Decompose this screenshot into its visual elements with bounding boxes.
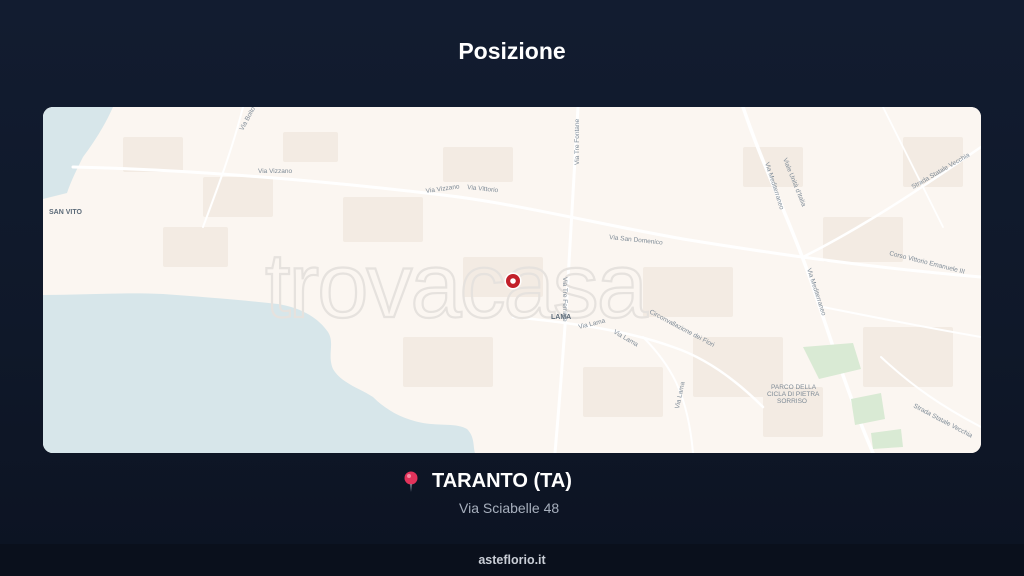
location-city: TARANTO (TA) [432,470,572,492]
round-pushpin-icon [404,471,418,492]
map-canvas[interactable]: trovacasa SAN VITO LAMA PARCO DELLA CICL… [43,107,981,453]
map-label-san-vito: SAN VITO [49,209,82,216]
map-label-parco-2: CICLA DI PIETRA [767,391,820,398]
page-title: Posizione [458,38,566,64]
map-panel[interactable]: trovacasa SAN VITO LAMA PARCO DELLA CICL… [43,107,981,453]
map-street-via-vizzano: Via Vizzano [258,168,292,175]
map-label-parco-3: SORRISO [777,398,807,405]
marker-center [510,278,516,284]
location-row: TARANTO (TA) [0,470,1024,493]
map-location-marker[interactable] [504,272,522,290]
location-address: Via Sciabelle 48 [459,500,560,516]
footer: asteflorio.it [0,544,1024,576]
footer-site-link[interactable]: asteflorio.it [478,553,545,567]
map-street-via-tre-ferriate: Via Tre Ferriate [561,277,568,322]
map-street-via-tre-fontane: Via Tre Fontane [574,118,581,165]
map-label-parco-1: PARCO DELLA [771,384,817,391]
